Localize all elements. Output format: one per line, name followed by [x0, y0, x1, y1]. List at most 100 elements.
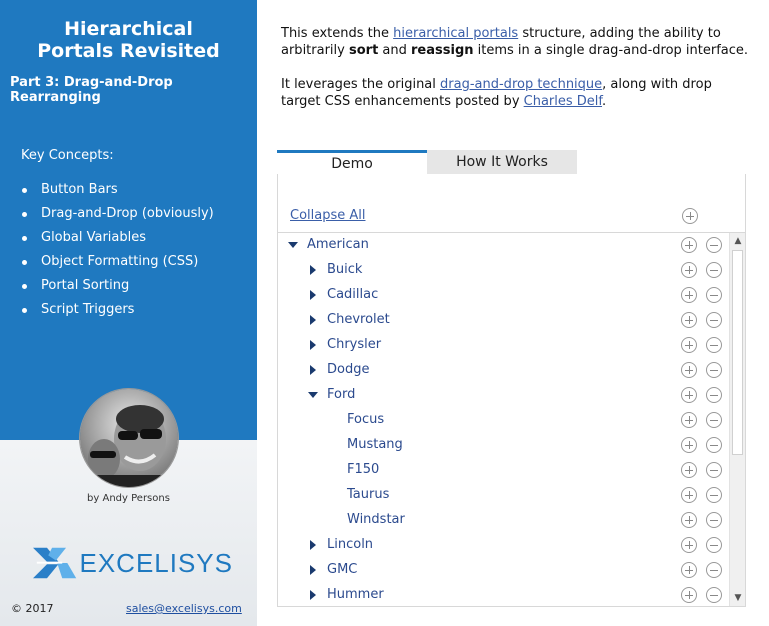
disclosure-collapsed-icon[interactable] — [308, 290, 318, 300]
add-circle-icon[interactable] — [681, 312, 697, 328]
remove-circle-icon[interactable] — [706, 512, 722, 528]
add-circle-icon[interactable] — [681, 287, 697, 303]
scroll-up-icon[interactable]: ▲ — [730, 233, 746, 249]
add-circle-icon[interactable] — [681, 537, 697, 553]
add-circle-icon[interactable] — [681, 512, 697, 528]
list-item: Portal Sorting — [22, 274, 214, 298]
portal-row[interactable]: Ford — [278, 383, 728, 408]
disclosure-collapsed-icon[interactable] — [308, 265, 318, 275]
add-circle-icon[interactable] — [681, 487, 697, 503]
portal-row[interactable]: Buick — [278, 258, 728, 283]
tab-how-it-works[interactable]: How It Works — [427, 150, 577, 174]
concept-label: Button Bars — [41, 182, 118, 197]
portal-row[interactable]: Chevrolet — [278, 308, 728, 333]
remove-circle-icon[interactable] — [706, 287, 722, 303]
remove-circle-icon[interactable] — [706, 387, 722, 403]
portal-row-label[interactable]: Mustang — [347, 437, 403, 452]
portal-row-label[interactable]: Chevrolet — [327, 312, 390, 327]
add-circle-icon[interactable] — [681, 237, 697, 253]
portal-row[interactable]: Mustang — [278, 433, 728, 458]
portal-row-label[interactable]: GMC — [327, 562, 357, 577]
add-circle-icon[interactable] — [681, 337, 697, 353]
hierarchical-portal[interactable]: American Buick Cadillac Chevrolet Chrysler Do… — [278, 232, 745, 607]
portal-row-label[interactable]: Windstar — [347, 512, 405, 527]
portal-row[interactable]: Focus — [278, 408, 728, 433]
hierarchical-portals-link[interactable]: hierarchical portals — [393, 26, 518, 41]
email-link[interactable]: sales@excelisys.com — [126, 602, 242, 615]
portal-row[interactable]: Lincoln — [278, 533, 728, 558]
intro-paragraph-2: It leverages the original drag-and-drop … — [281, 77, 712, 109]
charles-delf-link[interactable]: Charles Delf — [524, 94, 602, 109]
portal-row-label[interactable]: American — [307, 237, 369, 252]
remove-circle-icon[interactable] — [706, 462, 722, 478]
add-circle-icon[interactable] — [681, 437, 697, 453]
intro-text: This extends the hierarchical portals st… — [281, 25, 751, 110]
portal-row[interactable]: F150 — [278, 458, 728, 483]
portal-row[interactable]: Cadillac — [278, 283, 728, 308]
remove-circle-icon[interactable] — [706, 537, 722, 553]
portal-row[interactable]: Hummer — [278, 583, 728, 607]
disclosure-expanded-icon[interactable] — [308, 390, 318, 400]
portal-row-label[interactable]: Focus — [347, 412, 384, 427]
scroll-thumb[interactable] — [732, 250, 743, 455]
remove-circle-icon[interactable] — [706, 237, 722, 253]
bullet-icon — [22, 283, 27, 289]
portal-scrollbar[interactable]: ▲ ▼ — [729, 233, 745, 606]
portal-row-label[interactable]: Cadillac — [327, 287, 378, 302]
disclosure-collapsed-icon[interactable] — [308, 315, 318, 325]
portal-row[interactable]: American — [278, 233, 728, 258]
remove-circle-icon[interactable] — [706, 412, 722, 428]
page-subtitle: Part 3: Drag-and-Drop Rearranging — [10, 75, 173, 105]
remove-circle-icon[interactable] — [706, 487, 722, 503]
portal-row[interactable]: GMC — [278, 558, 728, 583]
remove-circle-icon[interactable] — [706, 587, 722, 603]
portal-row-label[interactable]: Ford — [327, 387, 355, 402]
portal-row-label[interactable]: Chrysler — [327, 337, 381, 352]
portal-row-label[interactable]: Dodge — [327, 362, 369, 377]
remove-circle-icon[interactable] — [706, 562, 722, 578]
list-item: Drag-and-Drop (obviously) — [22, 202, 214, 226]
avatar — [79, 388, 179, 488]
disclosure-collapsed-icon[interactable] — [308, 590, 318, 600]
add-circle-icon[interactable] — [681, 562, 697, 578]
tab-demo[interactable]: Demo — [277, 150, 427, 174]
scroll-down-icon[interactable]: ▼ — [730, 590, 746, 606]
remove-circle-icon[interactable] — [706, 437, 722, 453]
remove-circle-icon[interactable] — [706, 312, 722, 328]
disclosure-collapsed-icon[interactable] — [308, 365, 318, 375]
portal-row[interactable]: Taurus — [278, 483, 728, 508]
bullet-icon — [22, 211, 27, 217]
add-circle-icon[interactable] — [681, 462, 697, 478]
disclosure-collapsed-icon[interactable] — [308, 565, 318, 575]
add-top-level-icon[interactable] — [682, 208, 698, 224]
portal-row-label[interactable]: Hummer — [327, 587, 384, 602]
list-item: Script Triggers — [22, 298, 214, 322]
add-circle-icon[interactable] — [681, 587, 697, 603]
list-item: Global Variables — [22, 226, 214, 250]
add-circle-icon[interactable] — [681, 262, 697, 278]
disclosure-collapsed-icon[interactable] — [308, 340, 318, 350]
drag-and-drop-technique-link[interactable]: drag-and-drop technique — [440, 77, 602, 92]
remove-circle-icon[interactable] — [706, 262, 722, 278]
add-circle-icon[interactable] — [681, 362, 697, 378]
add-circle-icon[interactable] — [681, 387, 697, 403]
copyright: © 2017 — [11, 602, 54, 615]
disclosure-collapsed-icon[interactable] — [308, 540, 318, 550]
portal-row-label[interactable]: Buick — [327, 262, 362, 277]
add-circle-icon[interactable] — [681, 412, 697, 428]
portal-row-label[interactable]: Taurus — [347, 487, 389, 502]
concept-label: Drag-and-Drop (obviously) — [41, 206, 214, 221]
intro-paragraph-1: This extends the hierarchical portals st… — [281, 26, 749, 58]
portal-row[interactable]: Windstar — [278, 508, 728, 533]
sidebar: Hierarchical Portals Revisited Part 3: D… — [0, 0, 257, 626]
remove-circle-icon[interactable] — [706, 337, 722, 353]
disclosure-expanded-icon[interactable] — [288, 240, 298, 250]
portal-row-label[interactable]: Lincoln — [327, 537, 373, 552]
portal-row-label[interactable]: F150 — [347, 462, 379, 477]
collapse-all-link[interactable]: Collapse All — [290, 208, 366, 223]
remove-circle-icon[interactable] — [706, 362, 722, 378]
portal-row[interactable]: Dodge — [278, 358, 728, 383]
portal-row[interactable]: Chrysler — [278, 333, 728, 358]
logo-x-icon — [33, 547, 77, 579]
excelisys-logo[interactable]: EXCELISYS — [33, 537, 233, 589]
